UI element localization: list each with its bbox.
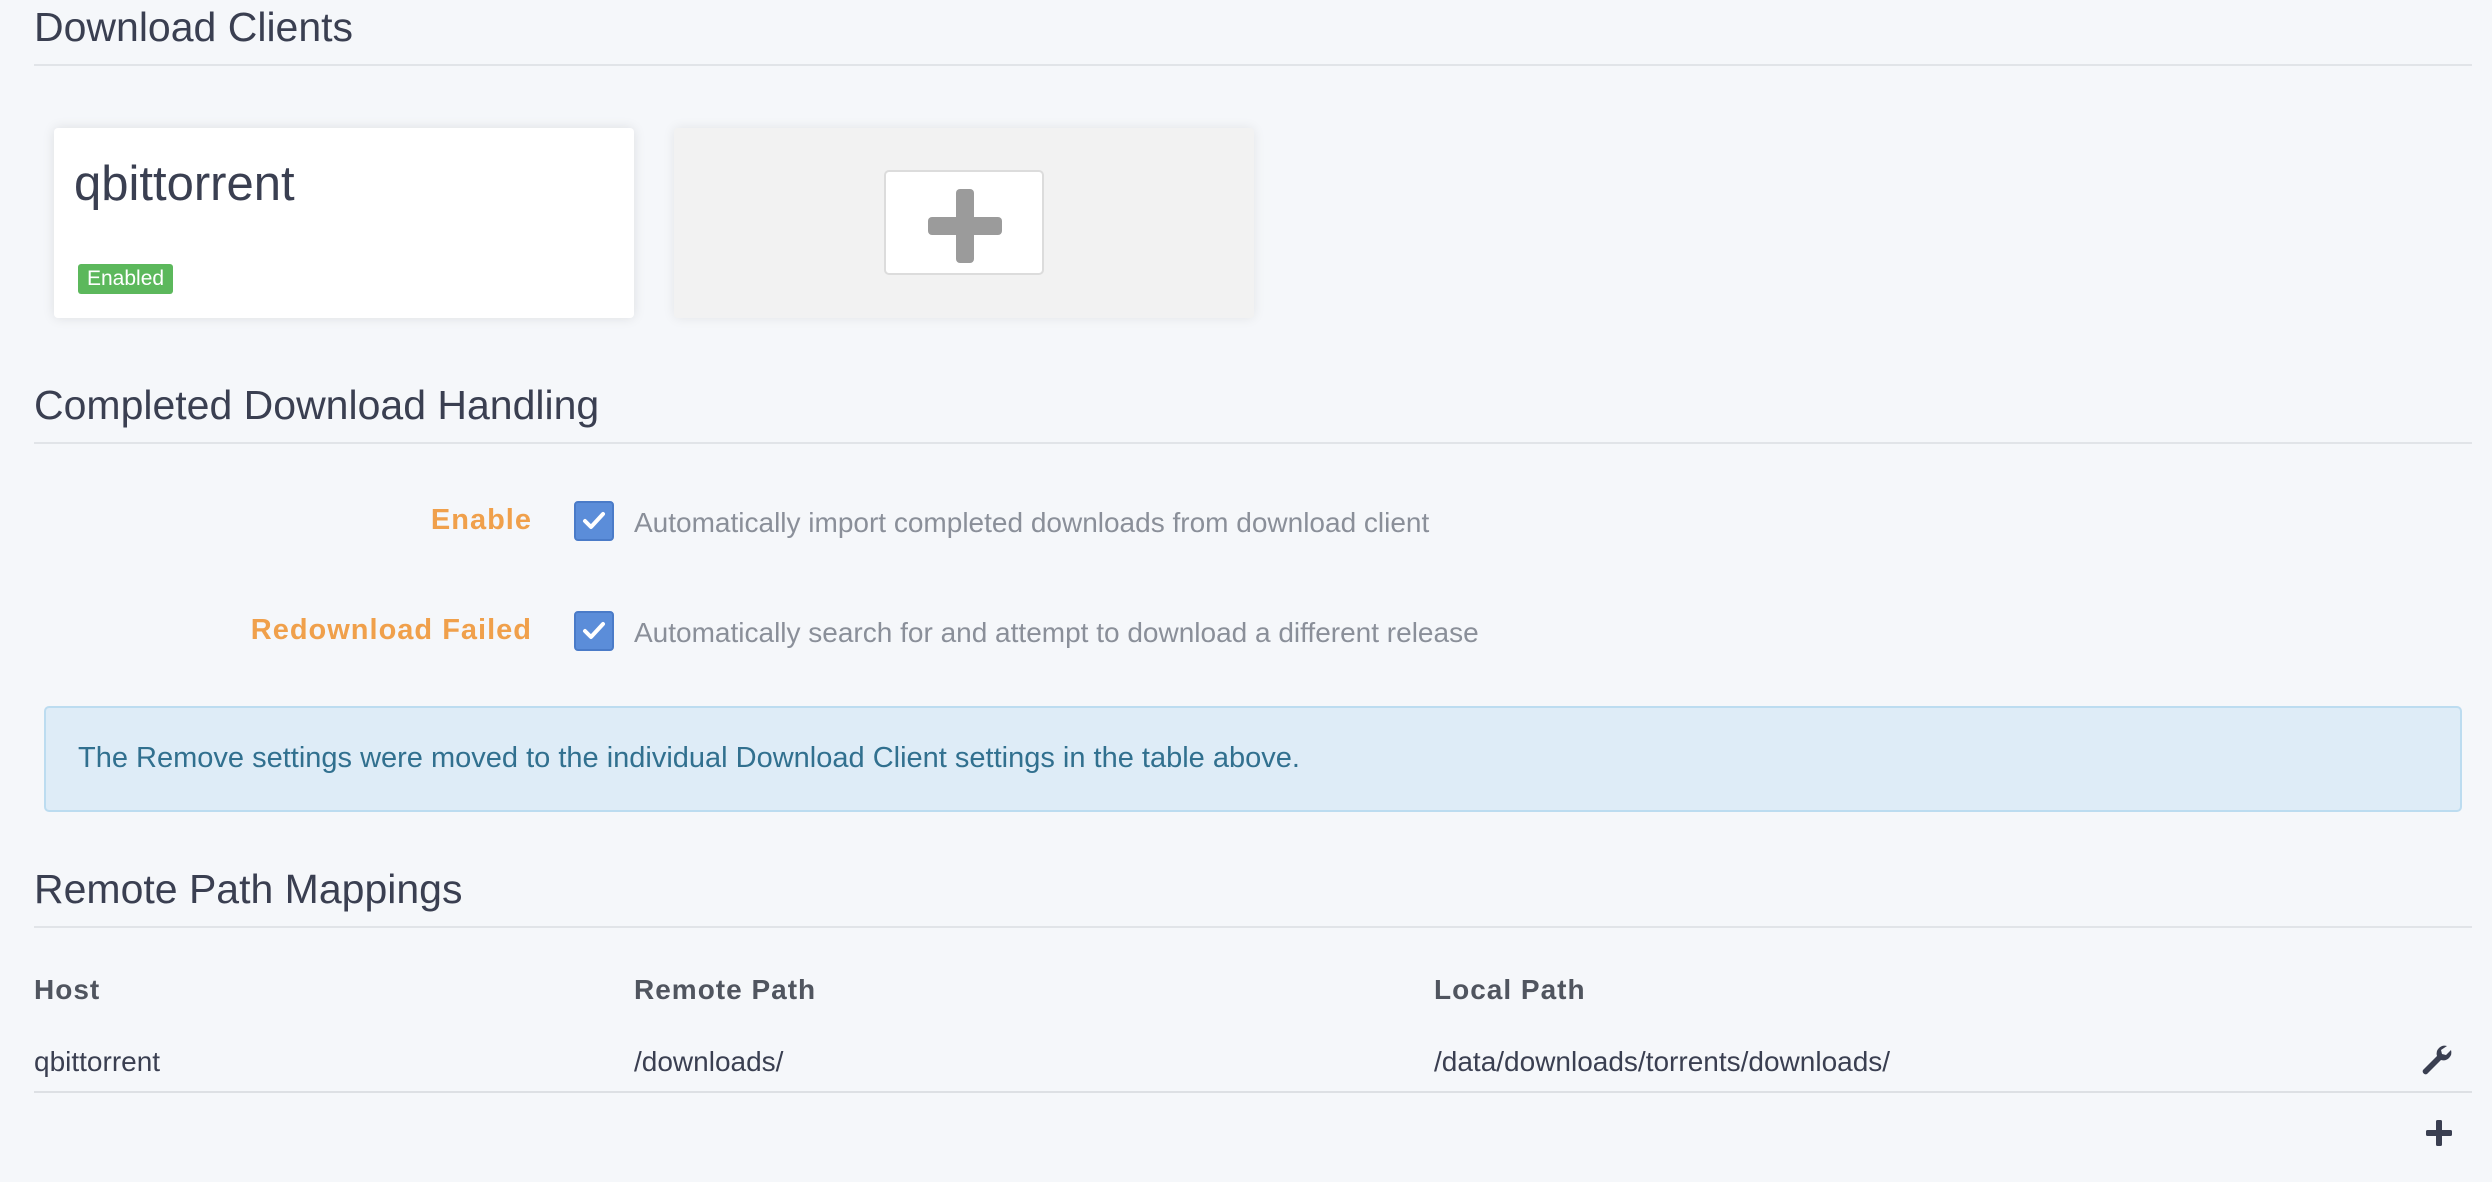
client-card-qbittorrent[interactable]: qbittorrent Enabled [54,128,634,318]
status-badge: Enabled [78,264,174,294]
add-download-client-button[interactable] [884,170,1044,275]
cell-local-path: /data/downloads/torrents/downloads/ [1434,1046,1891,1077]
column-header-host: Host [34,974,101,1005]
redownload-failed-checkbox[interactable] [574,611,614,651]
client-name: qbittorrent [74,157,295,211]
redownload-failed-label: Redownload Failed [250,614,532,646]
wrench-icon[interactable] [2418,1042,2454,1083]
check-icon [583,622,605,639]
cell-host: qbittorrent [34,1046,161,1077]
enable-checkbox[interactable] [574,501,614,541]
info-alert-text: The Remove settings were moved to the in… [78,742,1300,774]
info-alert: The Remove settings were moved to the in… [44,706,2462,812]
download-clients-title: Download Clients [34,4,2472,66]
column-header-remote-path: Remote Path [634,974,817,1005]
add-download-client-card[interactable] [674,128,1254,318]
redownload-failed-help-text: Automatically search for and attempt to … [634,617,1479,648]
cell-remote-path: /downloads/ [634,1046,784,1077]
enable-label: Enable [430,504,532,536]
row-divider [34,1091,2472,1093]
column-header-local-path: Local Path [1434,974,1586,1005]
completed-download-handling-title: Completed Download Handling [34,382,2472,444]
add-mapping-plus-icon[interactable] [2424,1118,2454,1153]
check-icon [583,512,605,529]
enable-help-text: Automatically import completed downloads… [634,507,1430,538]
settings-page: Download Clients qbittorrent Enabled Com… [0,0,2492,1182]
remote-path-mappings-title: Remote Path Mappings [34,866,2472,928]
